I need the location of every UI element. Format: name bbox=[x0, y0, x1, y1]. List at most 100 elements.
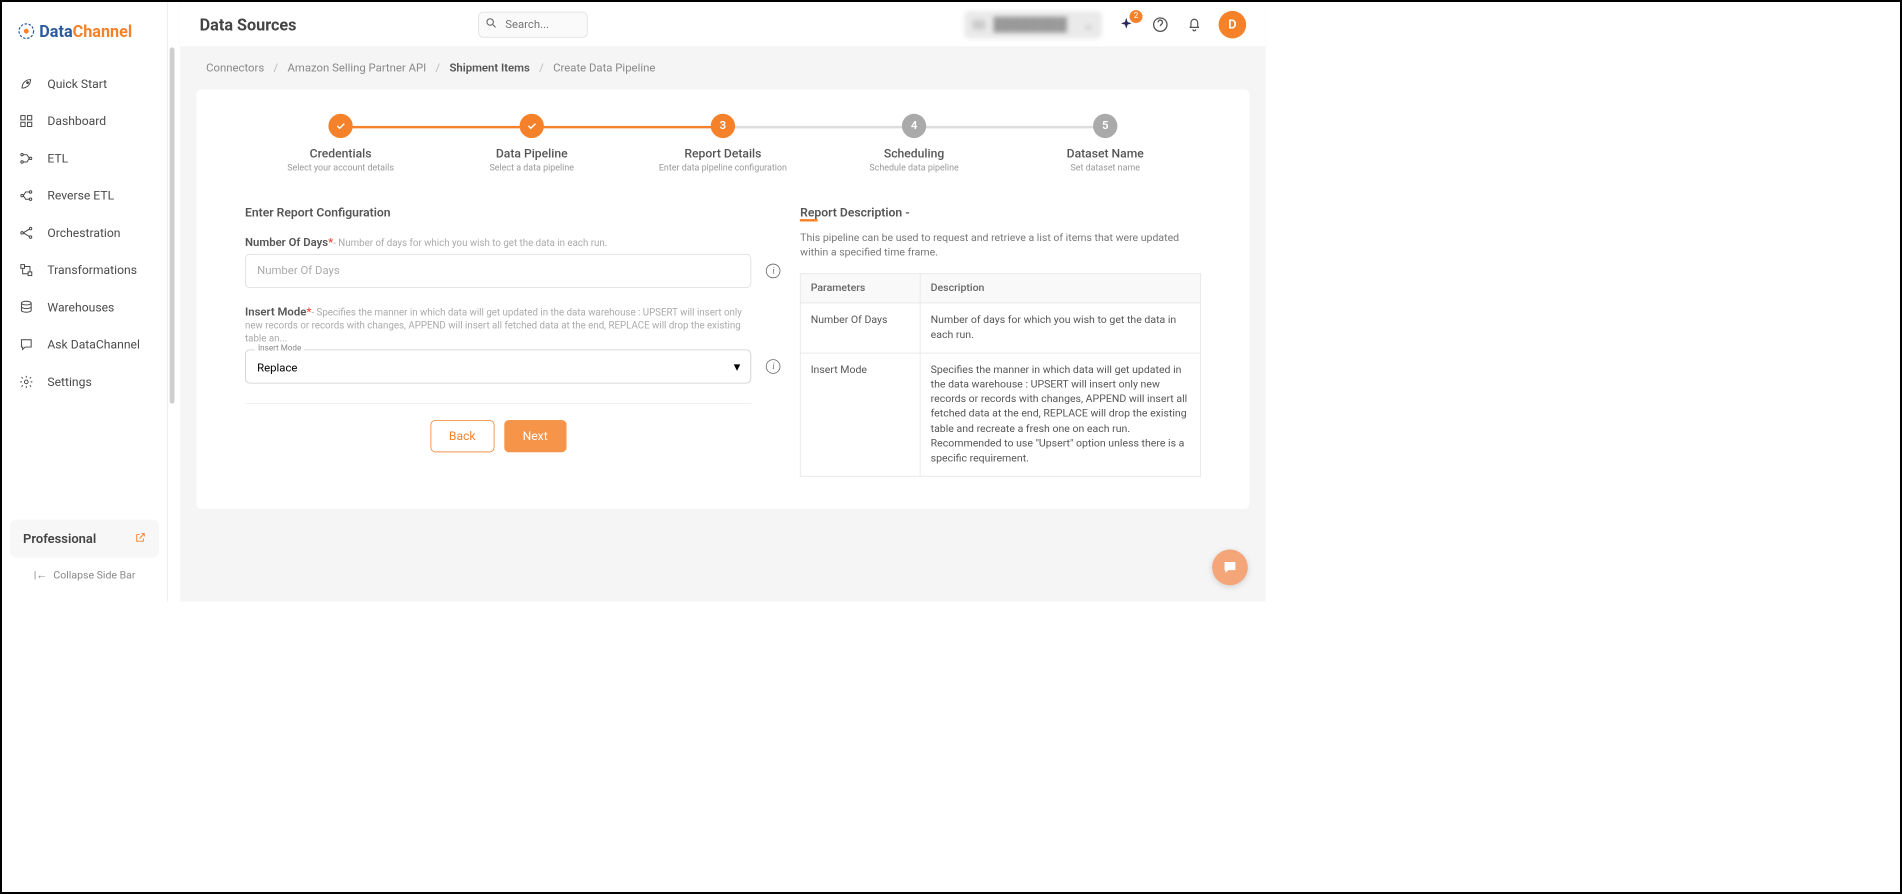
table-cell: Specifies the manner in which data will … bbox=[921, 353, 1201, 476]
insert-mode-select[interactable]: Replace bbox=[245, 349, 752, 383]
form-row: Enter Report Configuration Number Of Day… bbox=[245, 205, 1201, 476]
nav-label: Transformations bbox=[47, 263, 137, 278]
collapse-label: Collapse Side Bar bbox=[53, 569, 135, 581]
next-button[interactable]: Next bbox=[504, 420, 566, 452]
sidebar-item-settings[interactable]: Settings bbox=[2, 363, 167, 400]
avatar[interactable]: D bbox=[1219, 11, 1247, 39]
table-row: Insert Mode Specifies the manner in whic… bbox=[801, 353, 1201, 476]
step-subtitle: Schedule data pipeline bbox=[818, 162, 1009, 173]
logo[interactable]: DataChannel bbox=[2, 2, 167, 57]
topbar-right: ████████⌄ 2 D bbox=[964, 11, 1246, 39]
field-label-insert: Insert Mode*- Specifies the manner in wh… bbox=[245, 306, 752, 345]
step-title: Data Pipeline bbox=[436, 146, 627, 161]
step-title: Dataset Name bbox=[1010, 146, 1201, 161]
step-title: Scheduling bbox=[818, 146, 1009, 161]
report-desc-text: This pipeline can be used to request and… bbox=[800, 231, 1201, 260]
gear-icon bbox=[18, 374, 34, 390]
nav-label: Quick Start bbox=[47, 77, 107, 92]
sidebar-item-transformations[interactable]: Transformations bbox=[2, 251, 167, 288]
sparkle-icon[interactable]: 2 bbox=[1117, 15, 1136, 34]
nav-label: Settings bbox=[47, 375, 91, 390]
nav-label: ETL bbox=[47, 151, 68, 166]
chat-bubble-button[interactable] bbox=[1212, 550, 1248, 586]
chat-icon bbox=[18, 337, 34, 353]
sidebar-item-warehouses[interactable]: Warehouses bbox=[2, 289, 167, 326]
table-header: Parameters bbox=[801, 274, 921, 303]
form-left: Enter Report Configuration Number Of Day… bbox=[245, 205, 752, 476]
plan-name: Professional bbox=[23, 531, 96, 546]
step-number: 4 bbox=[902, 114, 926, 138]
logo-text: DataChannel bbox=[39, 21, 132, 40]
report-desc-heading: Report Description - bbox=[800, 205, 1201, 220]
step-credentials[interactable]: Credentials Select your account details bbox=[245, 114, 436, 173]
parameters-table: Parameters Description Number Of Days Nu… bbox=[800, 274, 1201, 477]
sidebar-item-etl[interactable]: ETL bbox=[2, 140, 167, 177]
notification-badge: 2 bbox=[1130, 10, 1143, 23]
help-icon[interactable] bbox=[1151, 15, 1170, 34]
nav-label: Reverse ETL bbox=[47, 188, 114, 203]
nav-label: Ask DataChannel bbox=[47, 337, 140, 352]
breadcrumb-separator: / bbox=[436, 62, 441, 75]
breadcrumb-item[interactable]: Amazon Selling Partner API bbox=[287, 62, 426, 75]
step-dataset-name[interactable]: 5 Dataset Name Set dataset name bbox=[1010, 114, 1201, 173]
report-desc-heading-wrap: Report Description - bbox=[800, 205, 1201, 220]
back-button[interactable]: Back bbox=[430, 420, 494, 452]
table-cell: Number of days for which you wish to get… bbox=[921, 303, 1201, 353]
topbar: Data Sources ████████⌄ 2 D bbox=[180, 2, 1265, 47]
collapse-icon: |← bbox=[34, 569, 47, 582]
section-heading: Enter Report Configuration bbox=[245, 205, 752, 220]
stepper: Credentials Select your account details … bbox=[245, 114, 1201, 173]
sidebar-item-dashboard[interactable]: Dashboard bbox=[2, 102, 167, 139]
nodes-icon bbox=[18, 225, 34, 241]
breadcrumb-item[interactable]: Create Data Pipeline bbox=[553, 62, 655, 75]
breadcrumb-item[interactable]: Connectors bbox=[206, 62, 264, 75]
sidebar-item-reverse-etl[interactable]: Reverse ETL bbox=[2, 177, 167, 214]
number-of-days-input[interactable] bbox=[245, 254, 752, 288]
step-number: 3 bbox=[711, 114, 735, 138]
rocket-icon bbox=[18, 76, 34, 92]
external-link-icon bbox=[135, 531, 146, 546]
step-connector bbox=[341, 126, 532, 128]
check-icon bbox=[520, 114, 544, 138]
logo-icon bbox=[17, 21, 36, 40]
search-box bbox=[479, 11, 588, 37]
field-insert: Insert Mode Replace ▾ i bbox=[245, 349, 752, 383]
sidebar-footer: Professional |← Collapse Side Bar bbox=[2, 511, 167, 601]
sidebar-item-ask[interactable]: Ask DataChannel bbox=[2, 326, 167, 363]
info-icon[interactable]: i bbox=[766, 264, 781, 279]
field-days: i bbox=[245, 254, 752, 288]
chevron-down-icon: ⌄ bbox=[1083, 17, 1094, 32]
step-scheduling[interactable]: 4 Scheduling Schedule data pipeline bbox=[818, 114, 1009, 173]
search-icon bbox=[485, 16, 498, 32]
step-subtitle: Select a data pipeline bbox=[436, 162, 627, 173]
reverse-flow-icon bbox=[18, 187, 34, 203]
step-connector bbox=[532, 126, 723, 128]
step-report-details[interactable]: 3 Report Details Enter data pipeline con… bbox=[627, 114, 818, 173]
sidebar-scrollbar[interactable] bbox=[170, 47, 175, 403]
transform-icon bbox=[18, 262, 34, 278]
plan-box[interactable]: Professional bbox=[10, 520, 159, 558]
sidebar-item-quickstart[interactable]: Quick Start bbox=[2, 65, 167, 102]
step-number: 5 bbox=[1093, 114, 1117, 138]
table-row: Number Of Days Number of days for which … bbox=[801, 303, 1201, 353]
breadcrumb-separator: / bbox=[274, 62, 279, 75]
step-data-pipeline[interactable]: Data Pipeline Select a data pipeline bbox=[436, 114, 627, 173]
wizard-card: Credentials Select your account details … bbox=[196, 89, 1249, 509]
table-header: Description bbox=[921, 274, 1201, 303]
info-icon[interactable]: i bbox=[766, 359, 781, 374]
sidebar: DataChannel Quick Start Dashboard ETL Re… bbox=[2, 2, 168, 601]
step-subtitle: Enter data pipeline configuration bbox=[627, 162, 818, 173]
sidebar-item-orchestration[interactable]: Orchestration bbox=[2, 214, 167, 251]
flow-icon bbox=[18, 150, 34, 166]
page-title: Data Sources bbox=[200, 15, 297, 34]
breadcrumb-item-current: Shipment Items bbox=[449, 62, 529, 75]
step-title: Credentials bbox=[245, 146, 436, 161]
collapse-sidebar-button[interactable]: |← Collapse Side Bar bbox=[10, 558, 159, 594]
workspace-selector[interactable]: ████████⌄ bbox=[964, 11, 1102, 39]
check-icon bbox=[328, 114, 352, 138]
nav: Quick Start Dashboard ETL Reverse ETL Or… bbox=[2, 57, 167, 511]
bell-icon[interactable] bbox=[1185, 15, 1204, 34]
form-actions: Back Next bbox=[245, 420, 752, 452]
grid-icon bbox=[18, 113, 34, 129]
select-floating-label: Insert Mode bbox=[255, 344, 305, 353]
